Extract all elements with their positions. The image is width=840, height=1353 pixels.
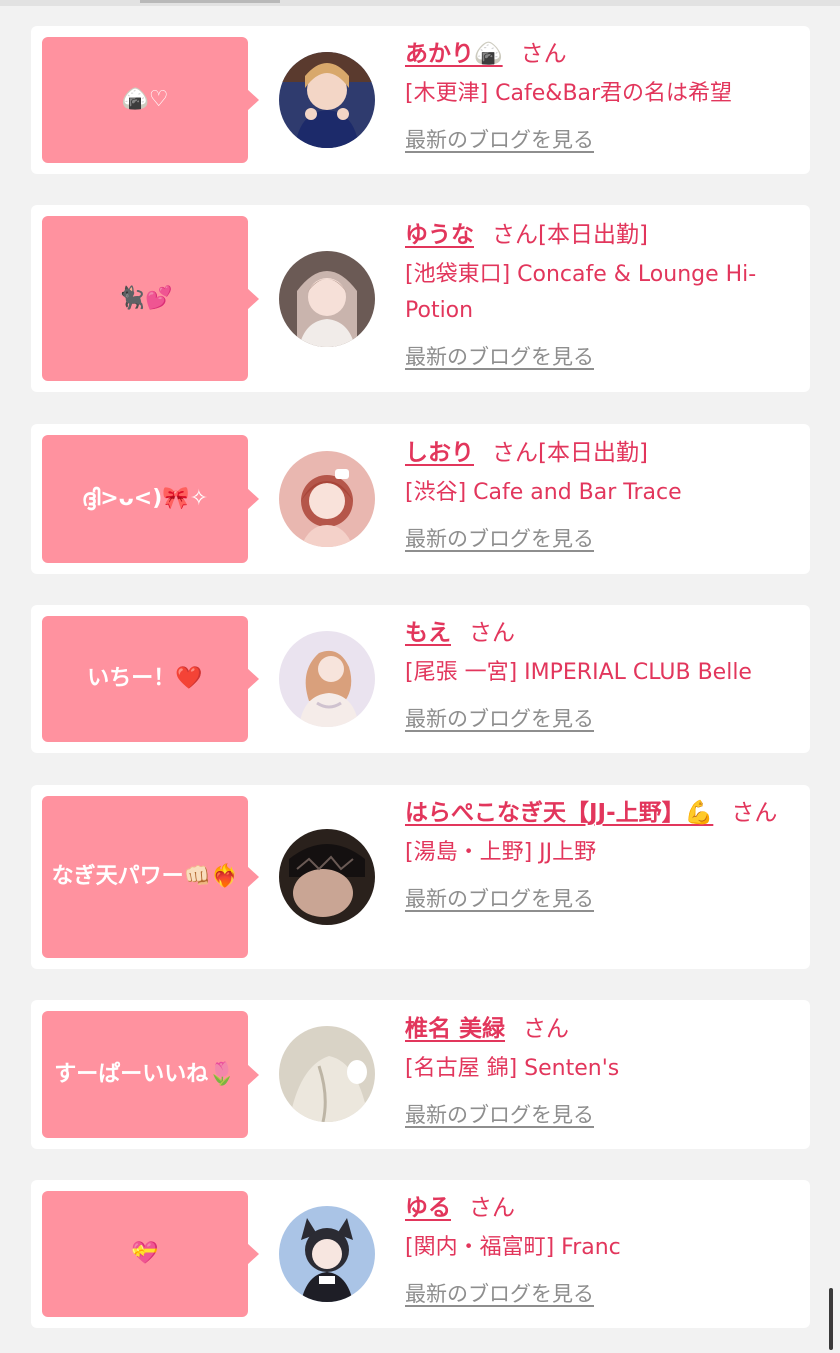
avatar-photo xyxy=(279,1206,375,1302)
honorific: さん xyxy=(492,440,538,466)
comment-text: なぎ天パワー👊🏻❤️‍🔥 xyxy=(51,864,239,890)
avatar[interactable] xyxy=(279,451,375,547)
shop-label: [関内・福富町] Franc xyxy=(405,1235,621,1260)
avatar[interactable] xyxy=(279,1206,375,1302)
honorific: さん xyxy=(492,222,538,248)
list-item: いちー！❤️ もえ さん [尾張 一宮] IMPERIAL CLUB Belle … xyxy=(31,605,810,753)
avatar-photo xyxy=(279,451,375,547)
page: 🍙♡ あかり🍙 さん [木更津] Cafe&Bar君の名は希望 最新のブログを見る xyxy=(0,0,840,1353)
avatar[interactable] xyxy=(279,52,375,148)
honorific: さん xyxy=(469,1195,515,1221)
entry-info: もえ さん [尾張 一宮] IMPERIAL CLUB Belle 最新のブログを… xyxy=(405,615,794,733)
comment-text: 🍙♡ xyxy=(121,87,169,113)
shop-label: [渋谷] Cafe and Bar Trace xyxy=(405,480,682,505)
latest-blog-link[interactable]: 最新のブログを見る xyxy=(405,1278,594,1308)
comment-bubble: ദ്ദി>ᴗ<)🎀✧ xyxy=(42,435,259,563)
honorific: さん xyxy=(731,800,778,826)
name-line: はらぺこなぎ天【JJ-上野】💪 さん xyxy=(405,795,794,831)
name-line: ゆる さん xyxy=(405,1190,794,1226)
cast-name-link[interactable]: 椎名 美緑 xyxy=(405,1016,505,1042)
shop-label: [名古屋 錦] Senten's xyxy=(405,1056,620,1081)
comment-bubble: すーぱーいいね🌷 xyxy=(42,1011,259,1138)
list-item: 🍙♡ あかり🍙 さん [木更津] Cafe&Bar君の名は希望 最新のブログを見る xyxy=(31,26,810,174)
shop-label: [池袋東口] Concafe & Lounge Hi-Potion xyxy=(405,262,757,323)
latest-blog-link[interactable]: 最新のブログを見る xyxy=(405,341,594,371)
comment-text: 💝 xyxy=(131,1241,159,1267)
honorific: さん xyxy=(523,1016,570,1042)
status-text: [本日出勤] xyxy=(538,440,648,466)
top-scroll-thumb[interactable] xyxy=(140,0,280,3)
comment-bubble: いちー！❤️ xyxy=(42,616,259,742)
comment-text: すーぱーいいね🌷 xyxy=(54,1061,236,1087)
name-line: ゆうな さん[本日出勤] xyxy=(405,217,794,253)
cast-name-link[interactable]: ゆうな xyxy=(405,222,474,248)
avatar-photo xyxy=(279,1026,375,1122)
avatar-photo xyxy=(279,829,375,925)
comment-bubble: 💝 xyxy=(42,1191,259,1317)
comment-bubble: 🍙♡ xyxy=(42,37,259,163)
entry-info: ゆうな さん[本日出勤] [池袋東口] Concafe & Lounge Hi-P… xyxy=(405,217,794,371)
comment-text: いちー！❤️ xyxy=(87,666,203,692)
cast-name-link[interactable]: はらぺこなぎ天【JJ-上野】💪 xyxy=(405,800,713,826)
avatar-photo xyxy=(279,631,375,727)
avatar-photo xyxy=(279,251,375,347)
avatar[interactable] xyxy=(279,1026,375,1122)
entry-info: ゆる さん [関内・福富町] Franc 最新のブログを見る xyxy=(405,1190,794,1308)
name-line: しおり さん[本日出勤] xyxy=(405,435,794,471)
avatar[interactable] xyxy=(279,829,375,925)
shop-label: [木更津] Cafe&Bar君の名は希望 xyxy=(405,81,733,106)
cast-name-link[interactable]: ゆる xyxy=(405,1195,451,1221)
cast-name-link[interactable]: しおり xyxy=(405,440,474,466)
comment-bubble: 🐈‍⬛💕 xyxy=(42,216,259,381)
comment-text: 🐈‍⬛💕 xyxy=(117,285,173,311)
name-line: 椎名 美緑 さん xyxy=(405,1011,794,1047)
avatar-photo xyxy=(279,52,375,148)
comment-bubble: なぎ天パワー👊🏻❤️‍🔥 xyxy=(42,796,259,958)
latest-blog-link[interactable]: 最新のブログを見る xyxy=(405,883,594,913)
list-item: 💝 ゆる さん [関内・福富町] Franc 最新のブログを見る xyxy=(31,1180,810,1328)
entry-info: はらぺこなぎ天【JJ-上野】💪 さん [湯島・上野] JJ上野 最新のブログを見る xyxy=(405,795,794,913)
honorific: さん xyxy=(469,620,515,646)
shop-label: [湯島・上野] JJ上野 xyxy=(405,840,597,865)
entry-info: あかり🍙 さん [木更津] Cafe&Bar君の名は希望 最新のブログを見る xyxy=(405,36,794,154)
entry-info: 椎名 美緑 さん [名古屋 錦] Senten's 最新のブログを見る xyxy=(405,1011,794,1129)
name-line: もえ さん xyxy=(405,615,794,651)
comment-text: ദ്ദി>ᴗ<)🎀✧ xyxy=(81,486,209,512)
cast-name-link[interactable]: もえ xyxy=(405,620,451,646)
latest-blog-link[interactable]: 最新のブログを見る xyxy=(405,523,594,553)
honorific: さん xyxy=(520,41,567,67)
avatar[interactable] xyxy=(279,631,375,727)
list-item: すーぱーいいね🌷 椎名 美緑 さん [名古屋 錦] Senten's 最新のブログ… xyxy=(31,1000,810,1149)
avatar[interactable] xyxy=(279,251,375,347)
cast-name-link[interactable]: あかり🍙 xyxy=(405,41,503,67)
list-item: 🐈‍⬛💕 ゆうな さん[本日出勤] [池袋東口] Concafe & Lounge… xyxy=(31,205,810,392)
top-scroll-track xyxy=(0,0,840,6)
list-item: ദ്ദി>ᴗ<)🎀✧ しおり さん[本日出勤] [渋谷] Cafe and Bar… xyxy=(31,424,810,574)
name-line: あかり🍙 さん xyxy=(405,36,794,72)
status-text: [本日出勤] xyxy=(538,222,648,248)
shop-label: [尾張 一宮] IMPERIAL CLUB Belle xyxy=(405,660,752,685)
entry-info: しおり さん[本日出勤] [渋谷] Cafe and Bar Trace 最新のブ… xyxy=(405,435,794,553)
latest-blog-link[interactable]: 最新のブログを見る xyxy=(405,1099,594,1129)
latest-blog-link[interactable]: 最新のブログを見る xyxy=(405,124,594,154)
list-item: なぎ天パワー👊🏻❤️‍🔥 はらぺこなぎ天【JJ-上野】💪 さん [湯島・上野] J… xyxy=(31,785,810,969)
latest-blog-link[interactable]: 最新のブログを見る xyxy=(405,703,594,733)
scrollbar-thumb[interactable] xyxy=(829,1288,833,1350)
